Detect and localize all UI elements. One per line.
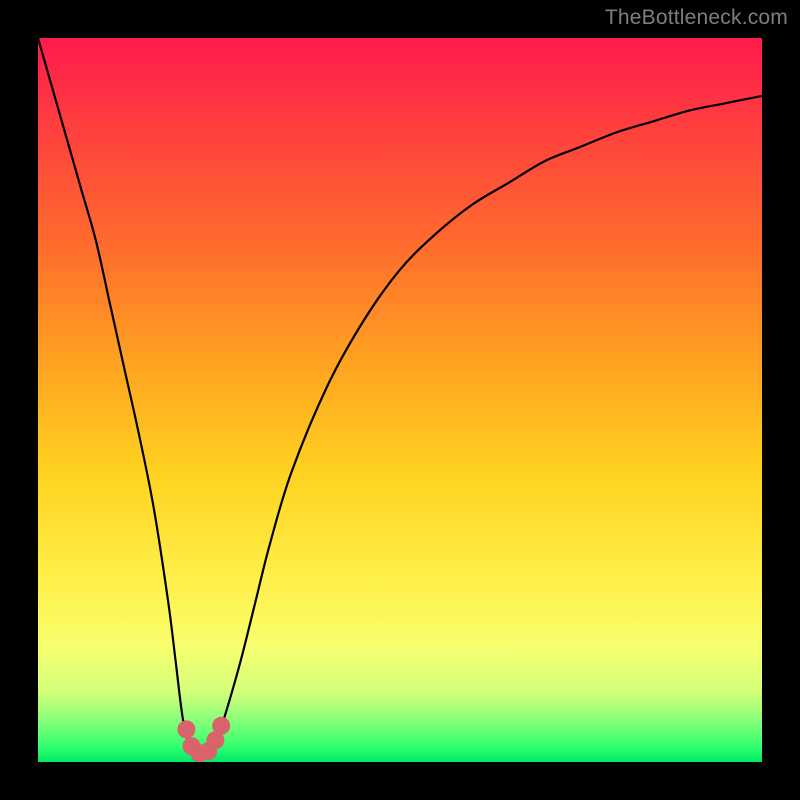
watermark-text: TheBottleneck.com [605,6,788,30]
bottleneck-curve [38,38,762,756]
curve-marker [177,720,195,738]
curve-markers [177,717,230,763]
chart-frame: TheBottleneck.com [0,0,800,800]
curve-svg [38,38,762,762]
plot-area [38,38,762,762]
curve-marker [212,717,230,735]
